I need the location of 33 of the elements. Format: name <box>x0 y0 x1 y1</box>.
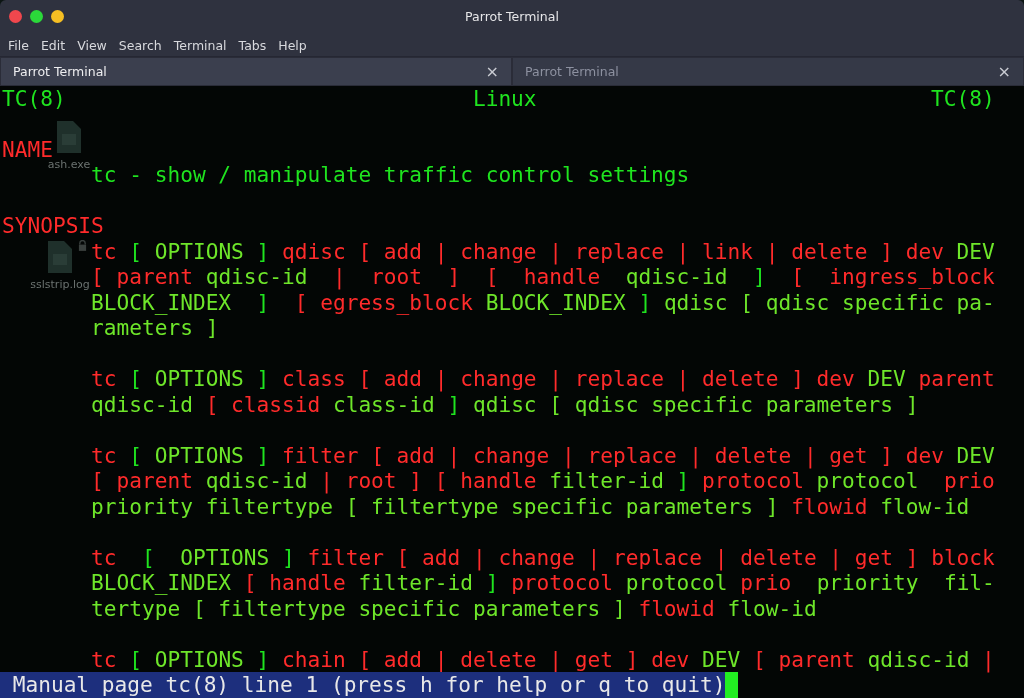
menu-item[interactable]: File <box>2 37 35 53</box>
terminal-line: tc - show / manipulate traffic control settings <box>91 162 690 188</box>
terminal-line: tc [ OPTIONS ] filter [ add | change | replace | delete | get ] block <box>91 543 995 571</box>
terminal-line: tc [ OPTIONS ] filter [ add | change | replace | delete | get ] dev DEV <box>91 441 995 469</box>
terminal-line: [ parent qdisc-id | root ] [ handle qdisc-id ] [ ingress_block <box>91 264 995 290</box>
menu-item[interactable]: Help <box>272 37 313 53</box>
terminal-line: BLOCK_INDEX [ handle filter-id ] protocol protocol prio priority fil- <box>91 570 995 596</box>
minimize-button[interactable] <box>51 9 64 23</box>
terminal-line: SYNOPSIS <box>2 212 104 239</box>
terminal-line: BLOCK_INDEX ] [ egress_block BLOCK_INDEX ] qdisc [ qdisc specific pa- <box>91 289 995 316</box>
terminal-line: tc [ OPTIONS ] qdisc [ add | change | replace | link | delete ] dev DEV <box>91 238 995 265</box>
menu-item[interactable]: Tabs <box>232 37 273 53</box>
close-button[interactable] <box>9 9 22 23</box>
menu-item[interactable]: Search <box>112 37 168 53</box>
tab[interactable]: Parrot Terminal × <box>512 57 1024 86</box>
terminal-line: [ parent qdisc-id | root ] [ handle filter-id ] protocol protocol prio <box>91 468 995 494</box>
menu-item[interactable]: Terminal <box>167 37 233 53</box>
window-title: Parrot Terminal <box>465 8 559 24</box>
menu-item[interactable]: View <box>71 37 113 53</box>
terminal-line: priority filtertype [ filtertype specific parameters ] flowid flow-id <box>91 493 970 520</box>
close-tab-button[interactable]: × <box>485 62 499 81</box>
tab[interactable]: Parrot Terminal × <box>0 57 512 86</box>
maximize-button[interactable] <box>30 9 43 23</box>
close-tab-button[interactable]: × <box>997 62 1011 81</box>
text-cursor <box>725 672 739 698</box>
file-name[interactable]: sslstrip.log <box>30 278 90 291</box>
terminal-line: tc [ OPTIONS ] class [ add | change | replace | delete ] dev DEV parent <box>91 365 995 392</box>
terminal-line: rameters ] <box>91 315 219 341</box>
terminal-line: tc [ OPTIONS ] chain [ add | delete | get ] dev DEV [ parent qdisc-id | <box>91 645 995 673</box>
menu-item[interactable]: Edit <box>34 37 72 53</box>
terminal-line: qdisc-id [ classid class-id ] qdisc [ qdisc specific parameters ] <box>91 391 919 418</box>
terminal-line: tertype [ filtertype specific parameters ] flowid flow-id <box>91 595 817 622</box>
terminal-line: TC(8) Linux TC(8) <box>2 86 995 112</box>
